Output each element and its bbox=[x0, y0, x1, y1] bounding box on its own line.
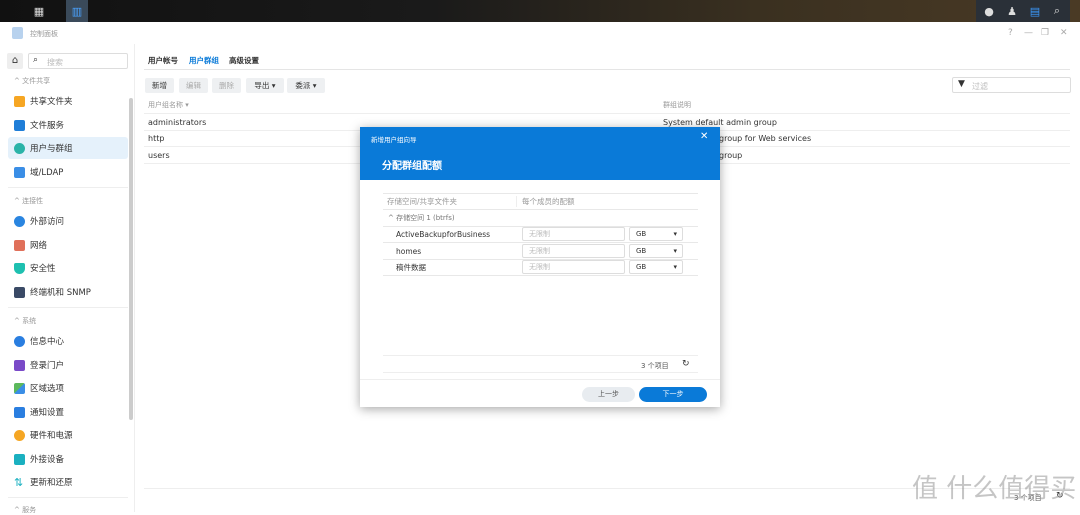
quota-row: 稿件数据 无限制 GB bbox=[383, 259, 698, 276]
sidebar-search-input[interactable]: ⌕ 搜索 bbox=[28, 53, 128, 69]
dialog-heading: 分配群组配额 bbox=[382, 161, 442, 172]
edit-button[interactable]: 编辑 bbox=[179, 78, 208, 93]
unit-select[interactable]: GB bbox=[629, 227, 683, 241]
sidebar-item-external-access[interactable]: 外部访问 bbox=[8, 210, 128, 232]
column-group-name[interactable]: 用户组名称 ▾ bbox=[144, 100, 663, 110]
watermark: 值 什么值得买 bbox=[912, 474, 1077, 504]
section-connectivity[interactable]: ^ 连接性 bbox=[14, 196, 43, 206]
sidebar-item-security[interactable]: 安全性 bbox=[8, 257, 128, 279]
domain-icon bbox=[14, 166, 25, 178]
dialog-close-icon[interactable]: ✕ bbox=[700, 131, 708, 142]
collapse-icon[interactable]: ^ bbox=[383, 214, 396, 222]
delete-button[interactable]: 删除 bbox=[212, 78, 241, 93]
section-file-sharing[interactable]: ^ 文件共享 bbox=[14, 76, 50, 86]
next-button[interactable]: 下一步 bbox=[639, 387, 707, 402]
sidebar-item-login-portal[interactable]: 登录门户 bbox=[8, 354, 128, 376]
export-button[interactable]: 导出 ▾ bbox=[246, 78, 284, 93]
sidebar-item-regional-options[interactable]: 区域选项 bbox=[8, 377, 128, 399]
back-button[interactable]: 上一步 bbox=[582, 387, 635, 402]
sidebar-item-info-center[interactable]: 信息中心 bbox=[8, 330, 128, 352]
sidebar-item-terminal-snmp[interactable]: 终端机和 SNMP bbox=[8, 281, 128, 303]
sidebar-item-shared-folder[interactable]: 共享文件夹 bbox=[8, 90, 128, 112]
login-portal-icon bbox=[14, 359, 25, 371]
user-icon[interactable]: ♟ bbox=[1001, 0, 1023, 22]
users-icon bbox=[14, 142, 25, 154]
folder-icon bbox=[14, 95, 25, 107]
bulb-icon bbox=[14, 429, 25, 441]
table-header: 用户组名称 ▾ 群组说明 bbox=[144, 97, 1070, 114]
volume-group-row[interactable]: ^ 存储空间 1 (btrfs) bbox=[383, 210, 698, 227]
sidebar-item-update-restore[interactable]: ⇅ 更新和还原 bbox=[8, 471, 128, 493]
tab-user-groups[interactable]: 用户群组 bbox=[189, 55, 219, 66]
restore-button[interactable]: ❐ bbox=[1041, 28, 1049, 38]
file-services-icon bbox=[14, 119, 25, 131]
refresh-icon[interactable]: ↻ bbox=[682, 359, 690, 369]
sidebar-item-file-services[interactable]: 文件服务 bbox=[8, 114, 128, 136]
search-icon[interactable]: ⌕ bbox=[1046, 0, 1068, 22]
device-icon bbox=[14, 453, 25, 465]
terminal-icon bbox=[14, 286, 25, 298]
network-icon bbox=[14, 239, 25, 251]
filter-icon: ▼ bbox=[958, 79, 965, 89]
divider bbox=[8, 307, 128, 308]
minimize-button[interactable]: — bbox=[1024, 28, 1033, 38]
apps-grid-icon[interactable]: ▦ bbox=[28, 0, 50, 22]
column-description[interactable]: 群组说明 bbox=[663, 100, 691, 110]
divider bbox=[360, 379, 720, 380]
system-tray: ● ♟ ▤ ⌕ bbox=[976, 0, 1070, 22]
divider bbox=[8, 497, 128, 498]
info-icon bbox=[14, 335, 25, 347]
sidebar-item-ldap[interactable]: 域/LDAP bbox=[8, 161, 128, 183]
quota-input[interactable]: 无限制 bbox=[522, 227, 625, 241]
quota-input[interactable]: 无限制 bbox=[522, 244, 625, 258]
app-icon bbox=[12, 27, 23, 39]
tab-advanced[interactable]: 高级设置 bbox=[229, 55, 259, 66]
quota-table-header: 存储空间/共享文件夹 每个成员的配额 bbox=[383, 193, 698, 210]
widgets-icon[interactable]: ▤ bbox=[1024, 0, 1046, 22]
quota-row: ActiveBackupforBusiness 无限制 GB bbox=[383, 226, 698, 243]
divider bbox=[383, 372, 698, 373]
help-button[interactable]: ? bbox=[1008, 28, 1013, 38]
create-group-wizard-dialog: 新增用户组向导 ✕ 分配群组配额 存储空间/共享文件夹 每个成员的配额 ^ 存储… bbox=[360, 127, 720, 407]
filter-input[interactable]: ▼ 过滤 bbox=[952, 77, 1071, 93]
sidebar-item-network[interactable]: 网络 bbox=[8, 234, 128, 256]
unit-select[interactable]: GB bbox=[629, 260, 683, 274]
title-bar: 控制面板 bbox=[0, 22, 1080, 44]
dialog-item-count: 3 个项目 bbox=[641, 362, 669, 370]
close-button[interactable]: ✕ bbox=[1060, 28, 1068, 38]
divider bbox=[8, 187, 128, 188]
sidebar-item-external-devices[interactable]: 外接设备 bbox=[8, 448, 128, 470]
taskbar: ▦ ▥ ● ♟ ▤ ⌕ bbox=[0, 0, 1080, 22]
divider bbox=[383, 355, 698, 356]
notification-icon bbox=[14, 406, 25, 418]
sidebar-item-notification[interactable]: 通知设置 bbox=[8, 401, 128, 423]
dialog-header: 新增用户组向导 ✕ 分配群组配额 bbox=[360, 127, 720, 180]
shield-icon bbox=[14, 262, 25, 274]
control-panel-icon[interactable]: ▥ bbox=[66, 0, 88, 22]
sidebar-scrollbar[interactable] bbox=[129, 98, 133, 420]
unit-select[interactable]: GB bbox=[629, 244, 683, 258]
search-icon: ⌕ bbox=[33, 55, 39, 65]
external-access-icon bbox=[14, 215, 25, 227]
dialog-title: 新增用户组向导 bbox=[371, 136, 417, 144]
quota-row: homes 无限制 GB bbox=[383, 243, 698, 260]
sidebar-item-user-group[interactable]: 用户与群组 bbox=[8, 137, 128, 159]
delegate-button[interactable]: 委派 ▾ bbox=[287, 78, 325, 93]
update-icon: ⇅ bbox=[14, 475, 24, 489]
chat-icon[interactable]: ● bbox=[978, 0, 1000, 22]
divider bbox=[144, 69, 1070, 70]
tab-user-accounts[interactable]: 用户帐号 bbox=[148, 55, 178, 66]
regional-icon bbox=[14, 382, 25, 394]
home-icon[interactable]: ⌂ bbox=[7, 53, 23, 69]
quota-input[interactable]: 无限制 bbox=[522, 260, 625, 274]
section-services[interactable]: ^ 服务 bbox=[14, 505, 36, 515]
window-title: 控制面板 bbox=[30, 30, 58, 38]
create-button[interactable]: 新增 bbox=[145, 78, 174, 93]
sidebar-item-hardware-power[interactable]: 硬件和电源 bbox=[8, 424, 128, 446]
section-system[interactable]: ^ 系统 bbox=[14, 316, 36, 326]
